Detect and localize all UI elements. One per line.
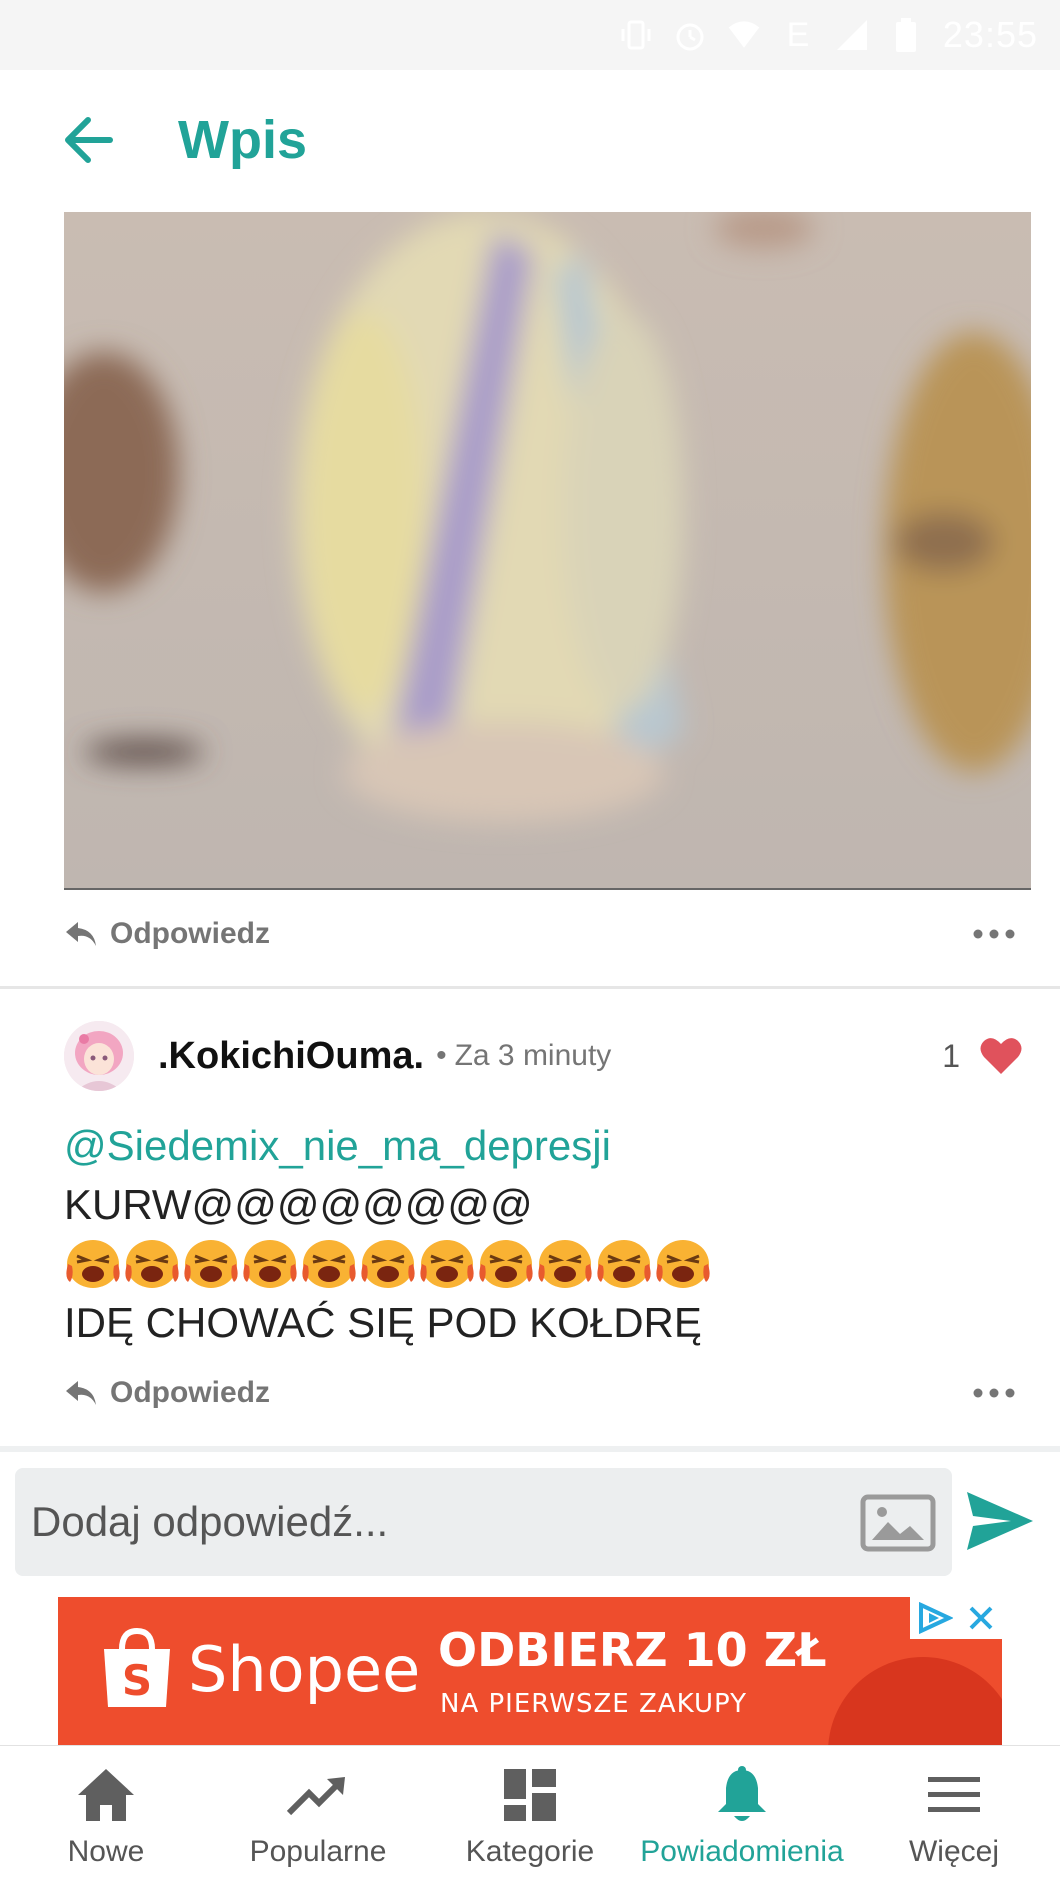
user-mention-link[interactable]: @Siedemix_nie_ma_depresji [64,1116,1024,1175]
attach-image-button[interactable] [860,1494,936,1552]
crying-face-emoji [184,1239,238,1288]
ad-banner[interactable]: S Shopee ODBIERZ 10 ZŁ NA PIERWSZE ZAKUP… [58,1597,1002,1745]
like-group: 1 [942,1034,1024,1078]
reply-input[interactable] [15,1468,952,1576]
comment-username[interactable]: .KokichiOuma. [158,1035,424,1078]
crying-face-emoji [66,1239,120,1288]
divider [0,986,1060,989]
svg-text:S: S [122,1656,152,1705]
menu-icon [922,1763,986,1827]
comment-more-button[interactable] [964,1373,1024,1413]
crying-face-emoji [479,1239,533,1288]
nav-label: Kategorie [465,1834,595,1868]
nav-item-kategorie[interactable]: Kategorie [424,1746,636,1884]
post-actions: Odpowiedz [64,904,1024,964]
arrow-back-icon [65,117,113,163]
ad-brand: Shopee [188,1632,421,1706]
comment-header: .KokichiOuma. • Za 3 minuty 1 [64,1020,1024,1092]
comment-text-line: KURW@@@@@@@@ [64,1181,533,1228]
comment-body: @Siedemix_nie_ma_depresji KURW@@@@@@@@ I… [64,1116,1024,1352]
like-button[interactable] [978,1034,1024,1078]
comment-actions: Odpowiedz [64,1363,1024,1423]
nav-label: Popularne [249,1834,387,1868]
bottom-navigation: Nowe Popularne Kategorie Powiadomienia W… [0,1745,1060,1884]
send-icon [967,1492,1033,1550]
image-icon [860,1494,936,1552]
reply-label: Odpowiedz [110,1376,270,1409]
reply-icon [66,922,96,946]
comment-separator: • [436,1039,447,1072]
network-type-label: E [786,15,810,54]
ad-choices [910,1597,1002,1639]
reply-icon [66,1381,96,1405]
nav-item-popularne[interactable]: Popularne [212,1746,424,1884]
alarm-icon [673,18,707,52]
back-button[interactable] [38,90,138,190]
signal-icon [835,18,869,52]
nav-item-wiecej[interactable]: Więcej [848,1746,1060,1884]
vibrate-icon [619,18,653,52]
more-horiz-icon [973,1388,1015,1398]
reply-composer [0,1452,1060,1582]
ad-logo: S Shopee [98,1627,420,1711]
post-image[interactable] [64,212,1031,890]
home-icon [74,1763,138,1827]
crying-face-emoji [420,1239,474,1288]
like-count: 1 [942,1037,960,1074]
ad-subline: NA PIERWSZE ZAKUPY [440,1689,747,1719]
app-bar: Wpis [0,70,1060,210]
post-more-button[interactable] [964,914,1024,954]
nav-label: Więcej [908,1834,999,1868]
crying-face-emoji [656,1239,710,1288]
crying-face-emoji [243,1239,297,1288]
crying-face-emoji [361,1239,415,1288]
page-title: Wpis [178,110,307,170]
shopee-bag-icon: S [104,1627,170,1707]
ad-decoration [828,1657,1002,1745]
crying-face-emoji [302,1239,356,1288]
wifi-icon [727,18,761,52]
nav-label: Powiadomienia [640,1834,844,1868]
clock: 23:55 [942,14,1038,55]
nav-item-nowe[interactable]: Nowe [0,1746,212,1884]
send-button[interactable] [965,1490,1035,1552]
ad-choices-icon[interactable] [917,1602,953,1634]
nav-label: Nowe [67,1834,145,1868]
post-reply-button[interactable]: Odpowiedz [64,917,270,951]
more-horiz-icon [973,929,1015,939]
reply-label: Odpowiedz [110,917,270,950]
bell-icon [710,1763,774,1827]
status-bar: E 23:55 [0,0,1060,70]
crying-face-emoji [125,1239,179,1288]
dashboard-icon [498,1763,562,1827]
close-ad-icon[interactable] [967,1604,995,1632]
battery-icon [889,18,923,52]
comment-timestamp: Za 3 minuty [454,1039,612,1072]
avatar[interactable] [64,1021,134,1091]
ad-headline: ODBIERZ 10 ZŁ [438,1623,827,1677]
comment-reply-button[interactable]: Odpowiedz [64,1376,270,1410]
nav-item-powiadomienia[interactable]: Powiadomienia [636,1746,848,1884]
crying-face-emoji [538,1239,592,1288]
emoji-row [64,1234,1024,1293]
heart-icon [980,1038,1022,1074]
comment-text-line: IDĘ CHOWAĆ SIĘ POD KOŁDRĘ [64,1299,702,1346]
crying-face-emoji [597,1239,651,1288]
trending-icon [286,1763,350,1827]
